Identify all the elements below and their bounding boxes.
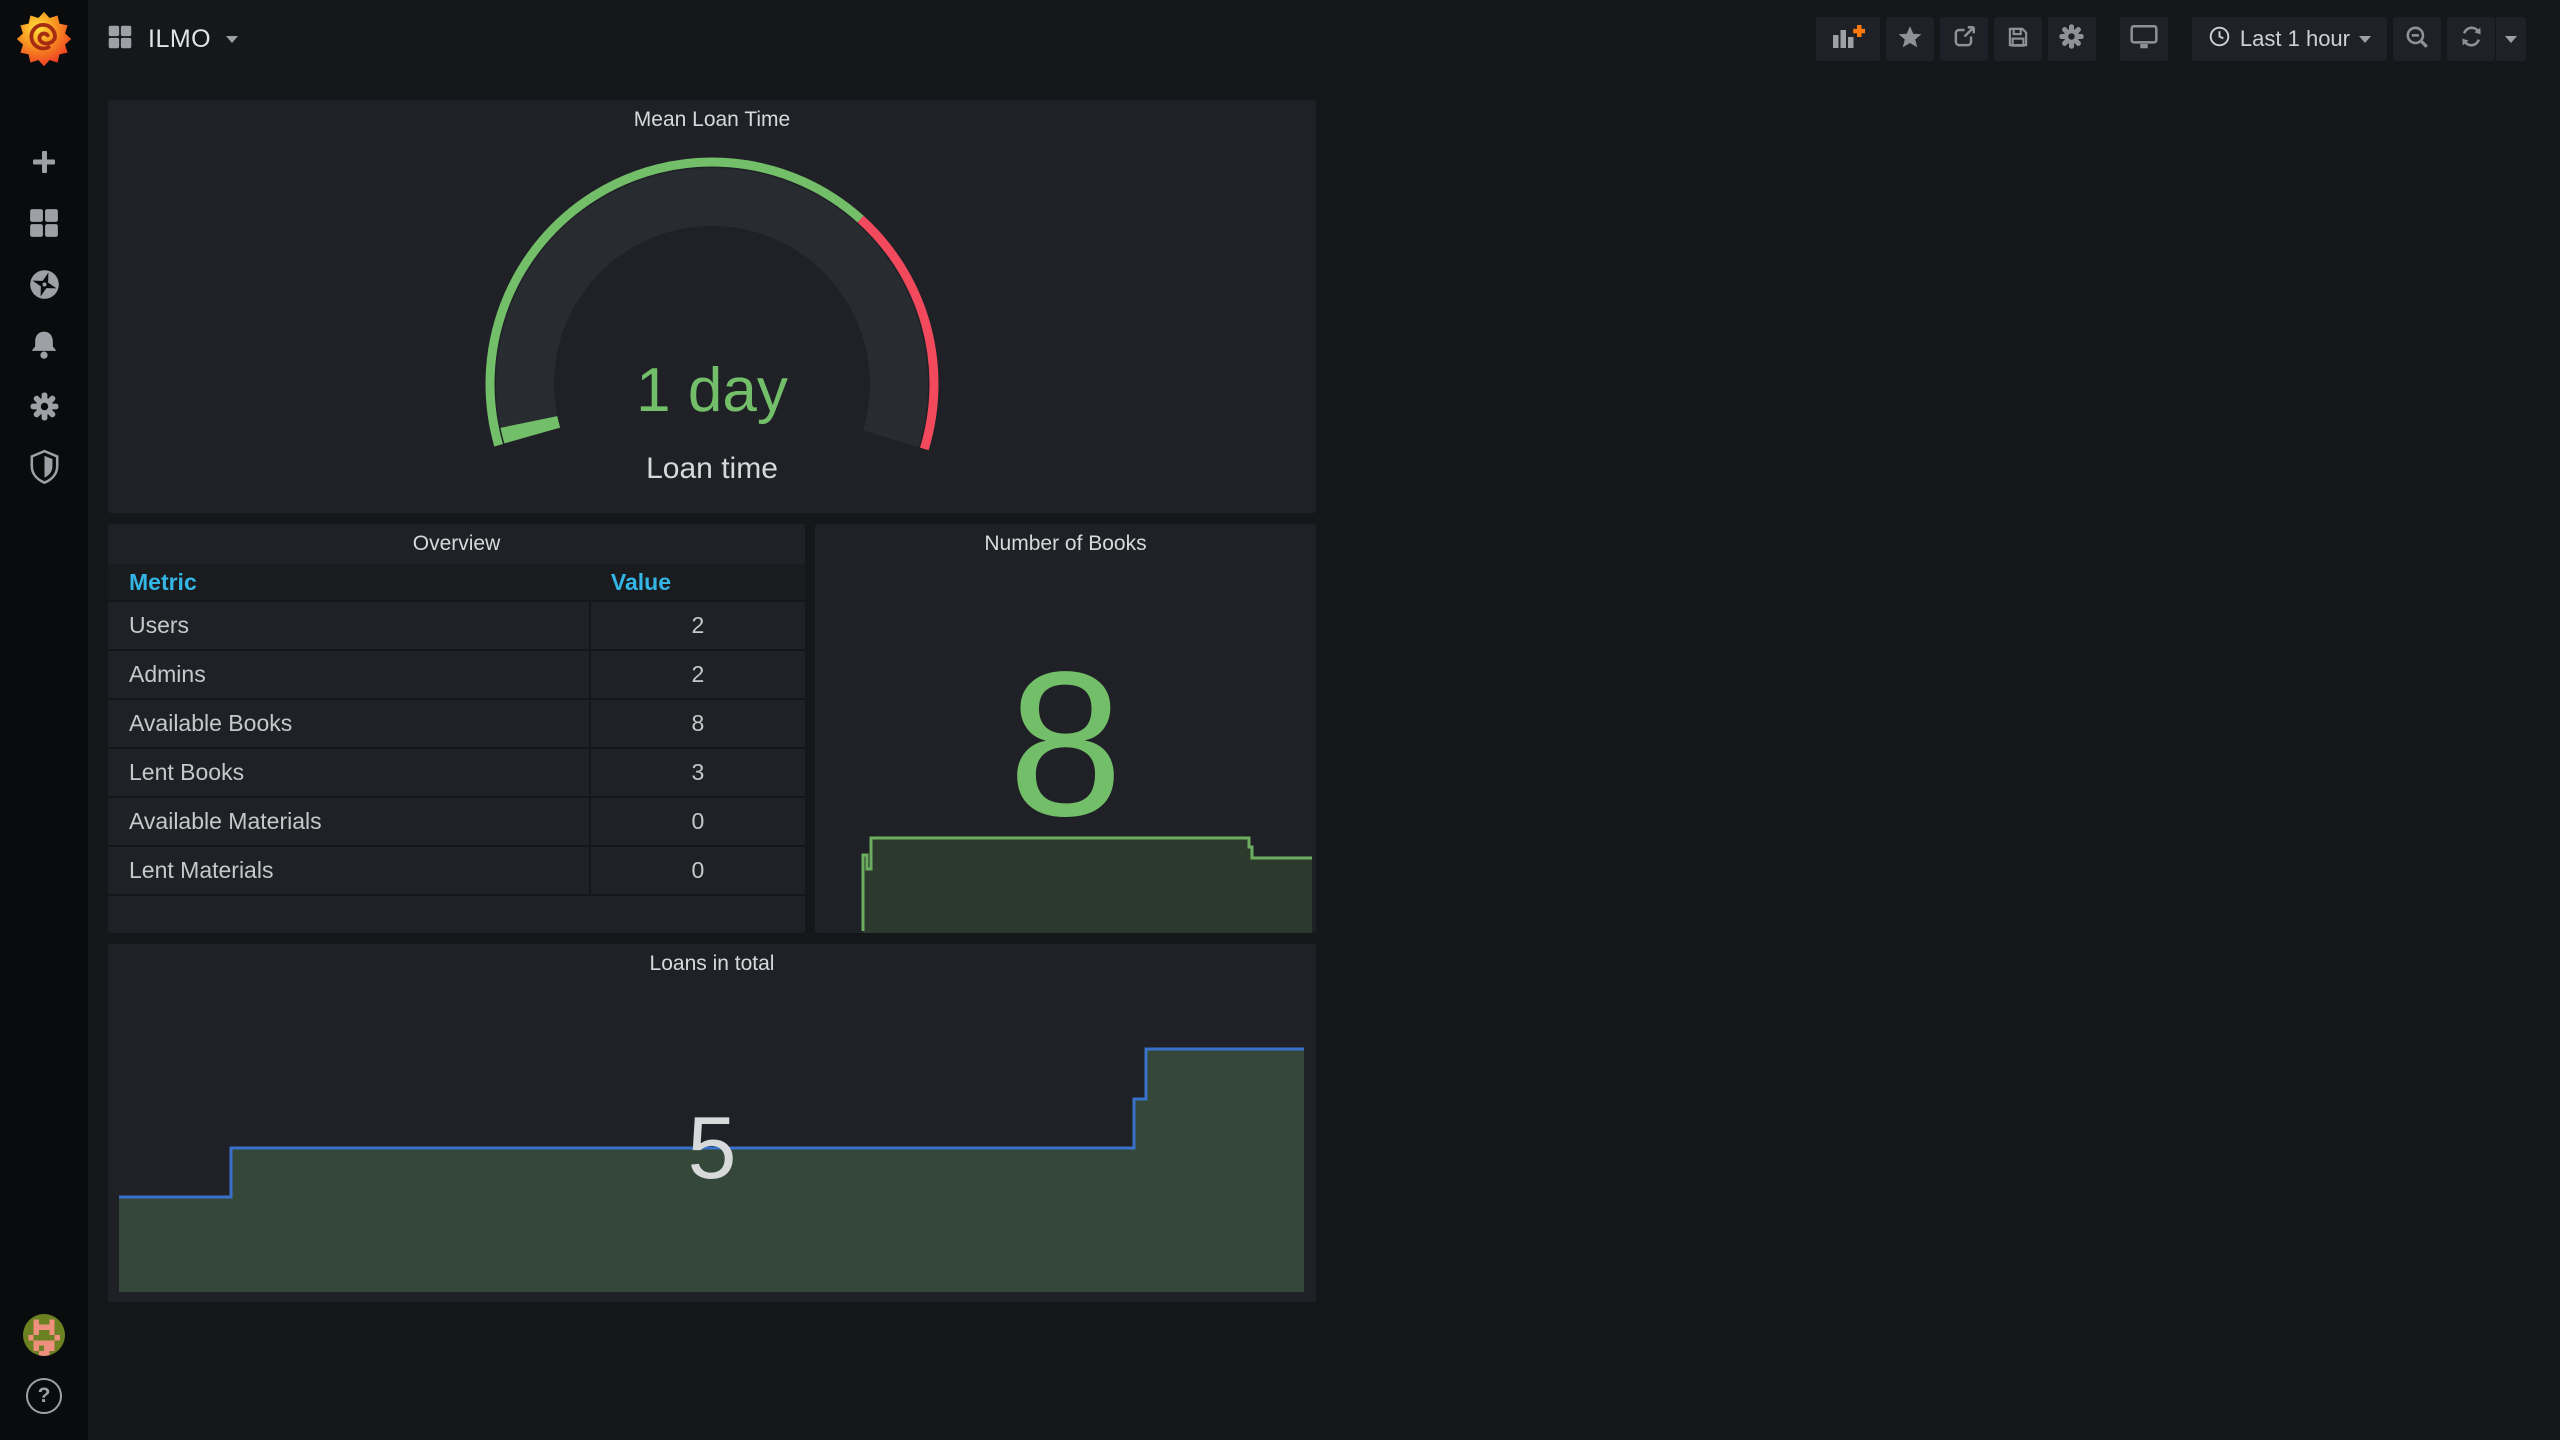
metric-cell: Users xyxy=(129,612,190,638)
panel-loans-in-total: Loans in total 5 xyxy=(108,944,1316,1302)
value-cell: 0 xyxy=(588,798,805,845)
navbar: ILMO Last 1 hour xyxy=(88,0,2560,78)
clock-icon xyxy=(2208,25,2231,54)
gear-icon xyxy=(2058,23,2085,55)
refresh-button[interactable] xyxy=(2447,17,2495,61)
table-row: Lent Materials 0 xyxy=(108,847,805,896)
metric-cell: Admins xyxy=(129,661,206,687)
panel-title[interactable]: Loans in total xyxy=(108,944,1316,984)
cycle-view-mode-button[interactable] xyxy=(2119,17,2168,61)
stat-value-books: 8 xyxy=(1008,629,1123,859)
bell-icon xyxy=(28,329,60,366)
table-row: Available Materials 0 xyxy=(108,798,805,847)
value-cell: 3 xyxy=(588,749,805,796)
value-cell: 2 xyxy=(588,602,805,649)
shield-icon xyxy=(28,449,61,490)
metric-cell: Lent Materials xyxy=(129,857,274,883)
share-dashboard-button[interactable] xyxy=(1939,17,1988,61)
sidebar-item-configuration[interactable] xyxy=(0,378,88,439)
table-row: Users 2 xyxy=(108,602,805,651)
dashboard-title-button[interactable]: ILMO xyxy=(88,24,239,55)
gauge-value: 1 day xyxy=(636,356,788,425)
value-cell: 8 xyxy=(588,700,805,747)
metric-cell: Available Books xyxy=(129,710,293,736)
share-icon xyxy=(1951,24,1977,55)
help-icon[interactable]: ? xyxy=(26,1378,62,1414)
star-icon xyxy=(1897,24,1923,55)
value-cell: 2 xyxy=(588,651,805,698)
help-glyph: ? xyxy=(37,1384,51,1407)
save-icon xyxy=(2005,24,2031,55)
column-header-metric[interactable]: Metric xyxy=(108,569,589,596)
table-row: Available Books 8 xyxy=(108,700,805,749)
sidebar-menu xyxy=(0,134,88,500)
sidebar-item-dashboards[interactable] xyxy=(0,195,88,256)
sidebar-item-alerting[interactable] xyxy=(0,317,88,378)
chevron-down-icon xyxy=(2505,35,2517,43)
grafana-logo-icon[interactable] xyxy=(15,10,73,68)
table-header: Metric Value xyxy=(108,564,805,602)
squares-icon xyxy=(107,24,133,55)
zoom-out-icon xyxy=(2404,24,2430,55)
panel-mean-loan-time: Mean Loan Time 1 day Loan time xyxy=(108,100,1316,513)
table-row: Lent Books 3 xyxy=(108,749,805,798)
sidebar-item-explore[interactable] xyxy=(0,256,88,317)
value-cell: 0 xyxy=(588,847,805,894)
stat-value-loans: 5 xyxy=(687,1098,737,1197)
gauge-label: Loan time xyxy=(646,452,778,485)
metric-cell: Available Materials xyxy=(129,808,322,834)
add-panel-button[interactable] xyxy=(1815,17,1880,61)
save-dashboard-button[interactable] xyxy=(1993,17,2042,61)
time-range-label: Last 1 hour xyxy=(2239,26,2350,51)
table-row: Admins 2 xyxy=(108,651,805,700)
dashboard-settings-button[interactable] xyxy=(2047,17,2096,61)
mark-favorite-button[interactable] xyxy=(1885,17,1934,61)
dashboard-title: ILMO xyxy=(148,24,212,53)
zoom-out-button[interactable] xyxy=(2393,17,2441,61)
sidebar-item-server-admin[interactable] xyxy=(0,439,88,500)
sidebar: ? xyxy=(0,0,88,1440)
monitor-icon xyxy=(2129,23,2159,56)
compass-icon xyxy=(28,268,61,306)
refresh-interval-picker[interactable] xyxy=(2496,17,2526,61)
dashboard-grid: Mean Loan Time 1 day Loan time Overview … xyxy=(88,78,2560,1440)
refresh-icon xyxy=(2458,23,2485,55)
panel-number-of-books: Number of Books 8 xyxy=(815,524,1316,933)
plus-icon xyxy=(29,147,59,182)
column-header-value[interactable]: Value xyxy=(589,564,805,600)
metric-cell: Lent Books xyxy=(129,759,245,785)
panel-title[interactable]: Overview xyxy=(108,524,805,564)
user-avatar[interactable] xyxy=(23,1314,65,1356)
overview-table-body: Users 2 Admins 2 Available Books 8 Lent Books 3… xyxy=(108,602,805,896)
sidebar-item-create[interactable] xyxy=(0,134,88,195)
time-range-picker[interactable]: Last 1 hour xyxy=(2191,17,2387,61)
chevron-down-icon xyxy=(226,35,239,43)
chevron-down-icon xyxy=(2359,35,2371,43)
gear-icon xyxy=(29,391,60,427)
add-panel-icon xyxy=(1831,24,1866,55)
panel-overview: Overview Metric Value Users 2 Admins 2 Avail… xyxy=(108,524,805,933)
squares-icon xyxy=(28,207,60,244)
